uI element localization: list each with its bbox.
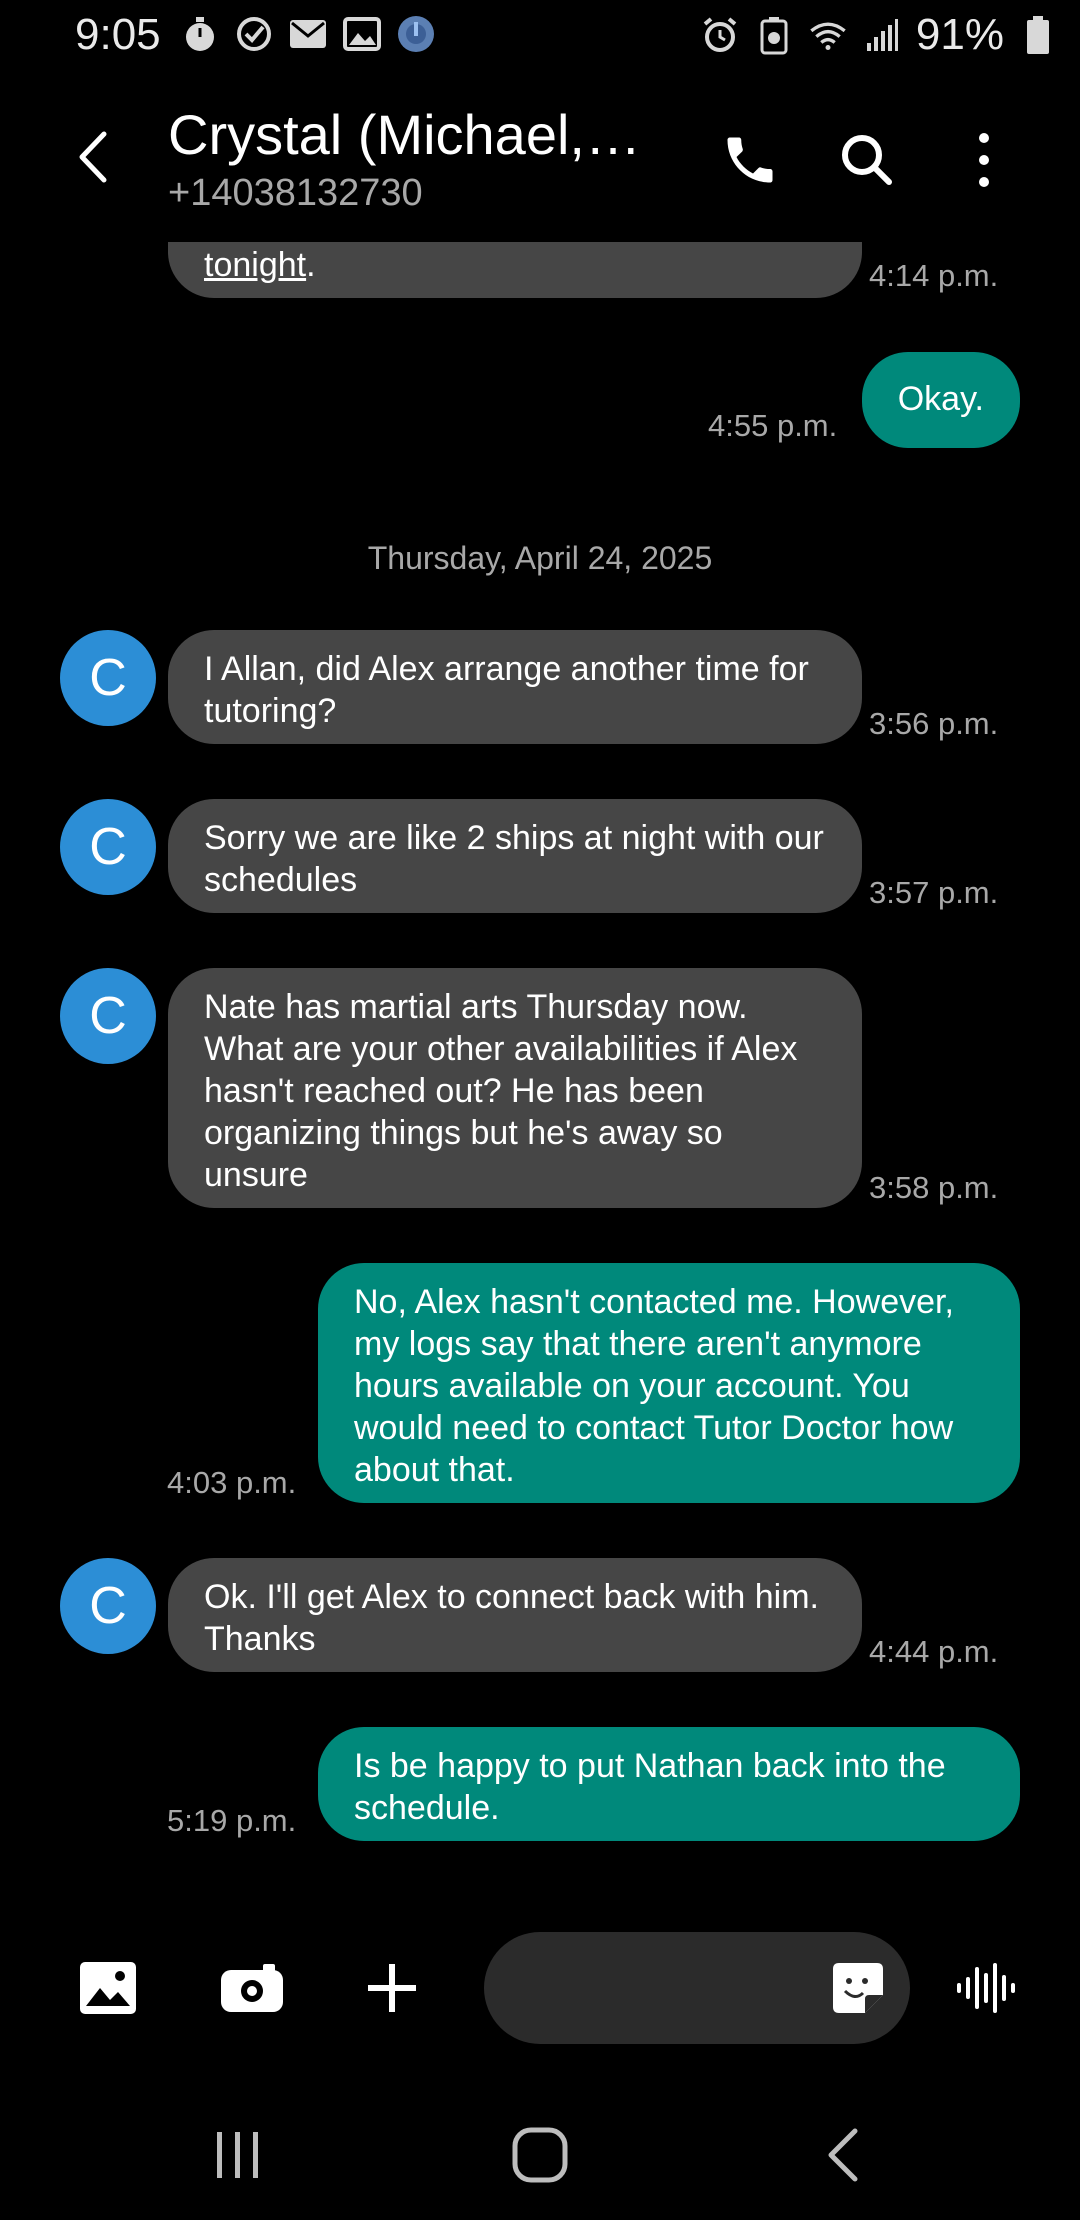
back-button[interactable] [60, 122, 130, 192]
message-time: 4:14 p.m. [869, 258, 999, 293]
message-text: Nate has martial arts Thursday now. What… [204, 988, 798, 1194]
message-bubble-incoming[interactable]: Ok. I'll get Alex to connect back with h… [168, 1558, 862, 1672]
message-list[interactable]: tonight. 4:14 p.m. Okay. 4:55 p.m. Thurs… [0, 0, 1080, 1900]
message-link[interactable]: tonight [204, 246, 306, 284]
message-composer [0, 1920, 1080, 2060]
message-text: . [306, 246, 316, 284]
message-time: 4:03 p.m. [167, 1465, 297, 1500]
avatar[interactable]: C [60, 630, 156, 726]
message-time: 5:19 p.m. [167, 1803, 297, 1838]
avatar[interactable]: C [60, 1558, 156, 1654]
home-icon[interactable] [500, 2120, 580, 2190]
gallery-icon[interactable] [68, 1948, 148, 2028]
message-bubble-incoming[interactable]: Nate has martial arts Thursday now. What… [168, 968, 862, 1208]
camera-icon[interactable] [212, 1948, 292, 2028]
recent-apps-icon[interactable] [198, 2120, 278, 2190]
avatar[interactable]: C [60, 968, 156, 1064]
message-input[interactable] [524, 1960, 828, 2018]
message-text: Ok. I'll get Alex to connect back with h… [204, 1578, 819, 1658]
message-bubble-outgoing[interactable]: Okay. [861, 352, 1020, 448]
date-separator: Thursday, April 24, 2025 [367, 540, 713, 576]
more-options-icon[interactable] [944, 120, 1024, 200]
conversation-header: Crystal (Michael,… +14038132730 [0, 72, 1080, 242]
plus-icon[interactable] [352, 1948, 432, 2028]
message-time: 3:56 p.m. [869, 706, 999, 741]
back-nav-icon[interactable] [802, 2120, 882, 2190]
message-bubble-incoming[interactable]: I Allan, did Alex arrange another time f… [168, 630, 862, 744]
message-time: 3:58 p.m. [869, 1170, 999, 1205]
message-time: 4:55 p.m. [708, 408, 838, 443]
message-bubble-outgoing[interactable]: No, Alex hasn't contacted me. However, m… [318, 1263, 1020, 1503]
message-text: Sorry we are like 2 ships at night with … [204, 819, 824, 899]
message-time: 3:57 p.m. [869, 875, 999, 910]
message-text: No, Alex hasn't contacted me. However, m… [354, 1283, 954, 1489]
message-text: I Allan, did Alex arrange another time f… [204, 650, 809, 730]
message-text: Okay. [897, 380, 984, 418]
message-bubble-incoming[interactable]: Sorry we are like 2 ships at night with … [168, 799, 862, 913]
system-nav-bar [0, 2080, 1080, 2220]
contact-number: +14038132730 [168, 172, 423, 214]
voice-icon[interactable] [946, 1948, 1026, 2028]
sticker-icon[interactable] [818, 1948, 898, 2028]
message-input-container[interactable] [484, 1932, 910, 2044]
phone-icon[interactable] [710, 120, 790, 200]
message-text: Is be happy to put Nathan back into the … [354, 1747, 946, 1827]
search-icon[interactable] [827, 120, 907, 200]
avatar[interactable]: C [60, 799, 156, 895]
contact-name[interactable]: Crystal (Michael,… [168, 102, 641, 167]
message-time: 4:44 p.m. [869, 1634, 999, 1669]
message-bubble-outgoing[interactable]: Is be happy to put Nathan back into the … [318, 1727, 1020, 1841]
